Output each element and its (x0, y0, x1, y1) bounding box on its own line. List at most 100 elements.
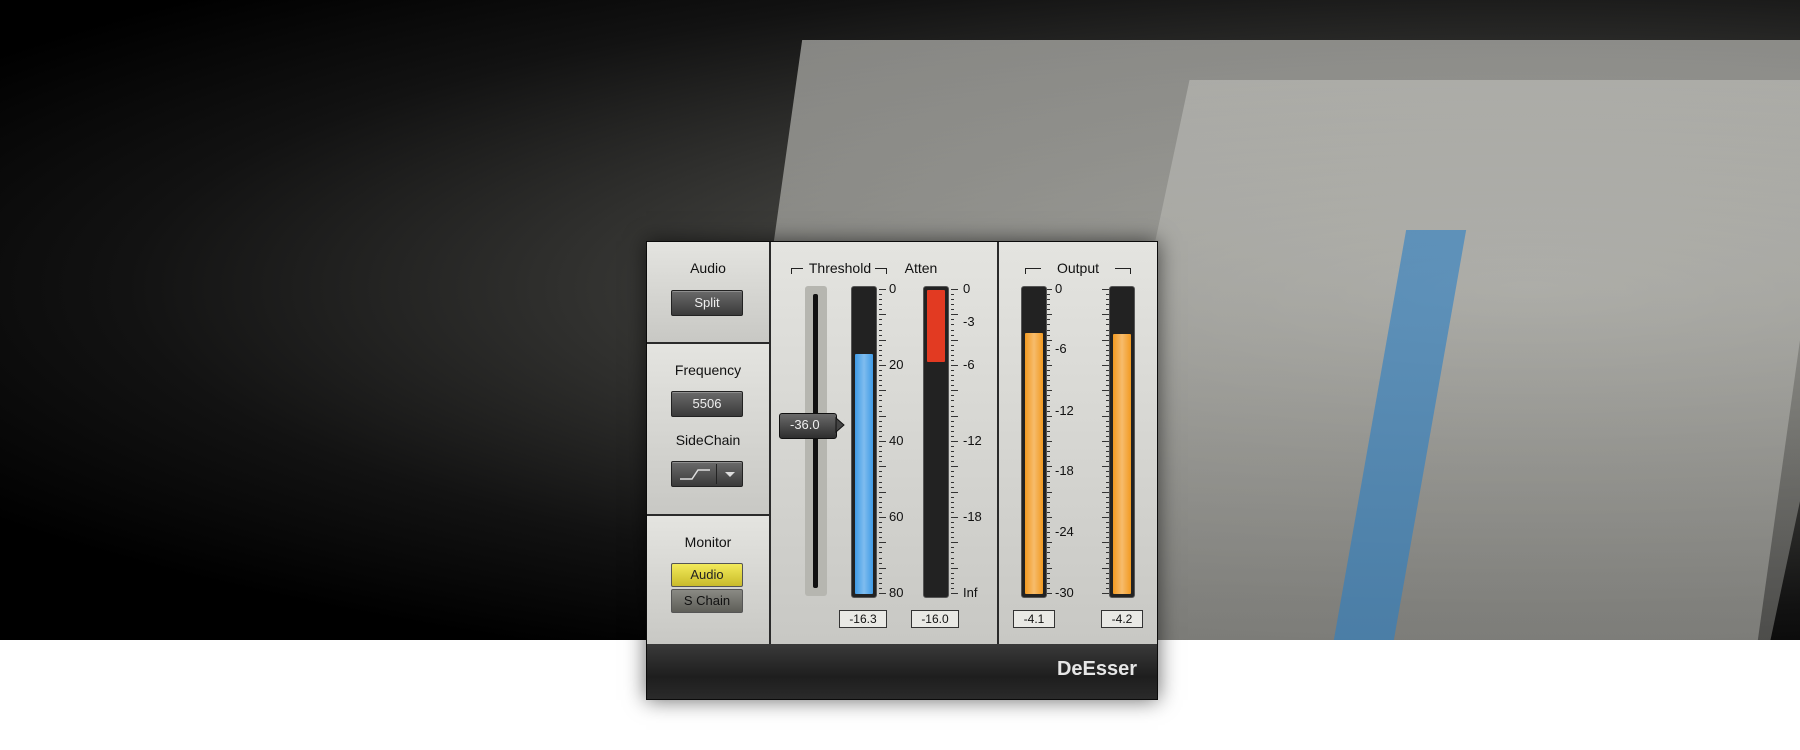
scale-minor-tick (951, 421, 954, 422)
scale-minor-tick (1047, 400, 1050, 401)
scale-minor-tick (879, 319, 882, 320)
scale-minor-tick (1047, 355, 1050, 356)
scale-minor-tick (1047, 578, 1050, 579)
scale-minor-tick (1047, 588, 1050, 589)
scale-minor-tick (879, 568, 886, 569)
scale-minor-tick (879, 471, 882, 472)
scale-minor-tick (1047, 421, 1050, 422)
frequency-value-field[interactable]: 5506 (671, 391, 743, 417)
scale-minor-tick (879, 527, 882, 528)
scale-minor-tick (879, 487, 882, 488)
scale-minor-tick (879, 360, 882, 361)
scale-minor-tick (1047, 471, 1050, 472)
scale-label: -30 (1055, 585, 1074, 600)
scale-minor-tick (951, 319, 954, 320)
scale-label: -18 (963, 509, 982, 524)
scale-label: -12 (1055, 402, 1074, 418)
scale-minor-tick (951, 345, 954, 346)
scale-minor-tick (951, 360, 954, 361)
chevron-down-icon[interactable] (718, 462, 742, 486)
scale-minor-tick (951, 537, 954, 538)
scale-minor-tick (1047, 558, 1050, 559)
scale-minor-tick (951, 324, 954, 325)
threshold-bracket-left (791, 268, 803, 269)
scale-minor-tick (1047, 431, 1050, 432)
scale-minor-tick (951, 406, 954, 407)
scale-minor-tick (1047, 542, 1052, 543)
scale-minor-tick (879, 583, 882, 584)
monitor-label: Monitor (684, 534, 732, 550)
output-meter-left-fill (1025, 333, 1043, 594)
scale-minor-tick (1047, 304, 1050, 305)
scale-minor-tick (879, 537, 882, 538)
scale-minor-tick (1047, 340, 1052, 341)
scale-minor-tick (879, 451, 882, 452)
scale-minor-tick (1047, 294, 1050, 295)
atten-readout: -16.0 (911, 610, 959, 628)
scale-minor-tick (951, 294, 954, 295)
scale-minor-tick (879, 370, 882, 371)
scale-minor-tick (951, 471, 954, 472)
scale-minor-tick (951, 431, 954, 432)
scale-minor-tick (879, 390, 886, 391)
output-bracket-right (1115, 268, 1131, 269)
scale-minor-tick (951, 299, 954, 300)
scale-minor-tick (951, 436, 954, 437)
output-scale: 0 -6 -12 -18 -24 -30 (1047, 281, 1109, 600)
frequency-section: Frequency 5506 SideChain (647, 344, 771, 516)
threshold-scale: 0 20 40 60 80 (879, 281, 919, 600)
scale-minor-tick (879, 492, 886, 493)
scale-minor-tick (951, 446, 954, 447)
scale-minor-tick (879, 476, 882, 477)
scale-minor-tick (879, 542, 886, 543)
sidechain-filter-select[interactable] (671, 461, 743, 487)
atten-meter (923, 286, 949, 598)
frequency-label: Frequency (674, 362, 742, 378)
audio-split-button[interactable]: Split (671, 290, 743, 316)
scale-minor-tick (1047, 350, 1050, 351)
threshold-slider-handle[interactable]: -36.0 (779, 413, 837, 439)
scale-minor-tick (1047, 360, 1050, 361)
scale-label: -18 (1055, 463, 1074, 479)
scale-label: 0 (963, 281, 971, 296)
atten-scale: 0 -3 -6 -12 -18 Inf (951, 281, 995, 600)
scale-minor-tick (951, 289, 958, 290)
scale-minor-tick (879, 400, 882, 401)
scale-minor-tick (879, 340, 886, 341)
scale-minor-tick (1102, 390, 1109, 391)
scale-minor-tick (1047, 552, 1050, 553)
scale-minor-tick (951, 532, 954, 533)
scale-minor-tick (951, 583, 954, 584)
scale-minor-tick (1102, 416, 1109, 417)
threshold-meter (851, 286, 877, 598)
scale-minor-tick (951, 476, 954, 477)
scale-minor-tick (879, 324, 882, 325)
scale-minor-tick (951, 426, 954, 427)
scale-minor-tick (951, 309, 954, 310)
scale-minor-tick (951, 355, 954, 356)
scale-minor-tick (879, 299, 882, 300)
output-section: Output 0 -6 -12 -18 -24 -30 -4.1 -4.2 (999, 242, 1157, 644)
scale-minor-tick (951, 497, 954, 498)
scale-minor-tick (1047, 497, 1050, 498)
monitor-schain-button[interactable]: S Chain (671, 589, 743, 613)
scale-minor-tick (1047, 330, 1050, 331)
scale-minor-tick (1102, 517, 1109, 518)
scale-minor-tick (1047, 446, 1050, 447)
scale-minor-tick (1102, 492, 1109, 493)
scale-label: 20 (889, 357, 904, 372)
scale-minor-tick (1047, 309, 1050, 310)
scale-minor-tick (879, 421, 882, 422)
monitor-audio-button[interactable]: Audio (671, 563, 743, 587)
scale-minor-tick (1047, 345, 1050, 346)
scale-minor-tick (1047, 441, 1052, 442)
output-right-readout: -4.2 (1101, 610, 1143, 628)
scale-minor-tick (1047, 289, 1052, 290)
scale-minor-tick (951, 578, 954, 579)
scale-minor-tick (1047, 436, 1050, 437)
scale-minor-tick (879, 304, 882, 305)
scale-minor-tick (1102, 289, 1109, 290)
threshold-slider-track[interactable] (805, 286, 827, 596)
scale-minor-tick (951, 552, 954, 553)
scale-label: -6 (1055, 340, 1067, 356)
